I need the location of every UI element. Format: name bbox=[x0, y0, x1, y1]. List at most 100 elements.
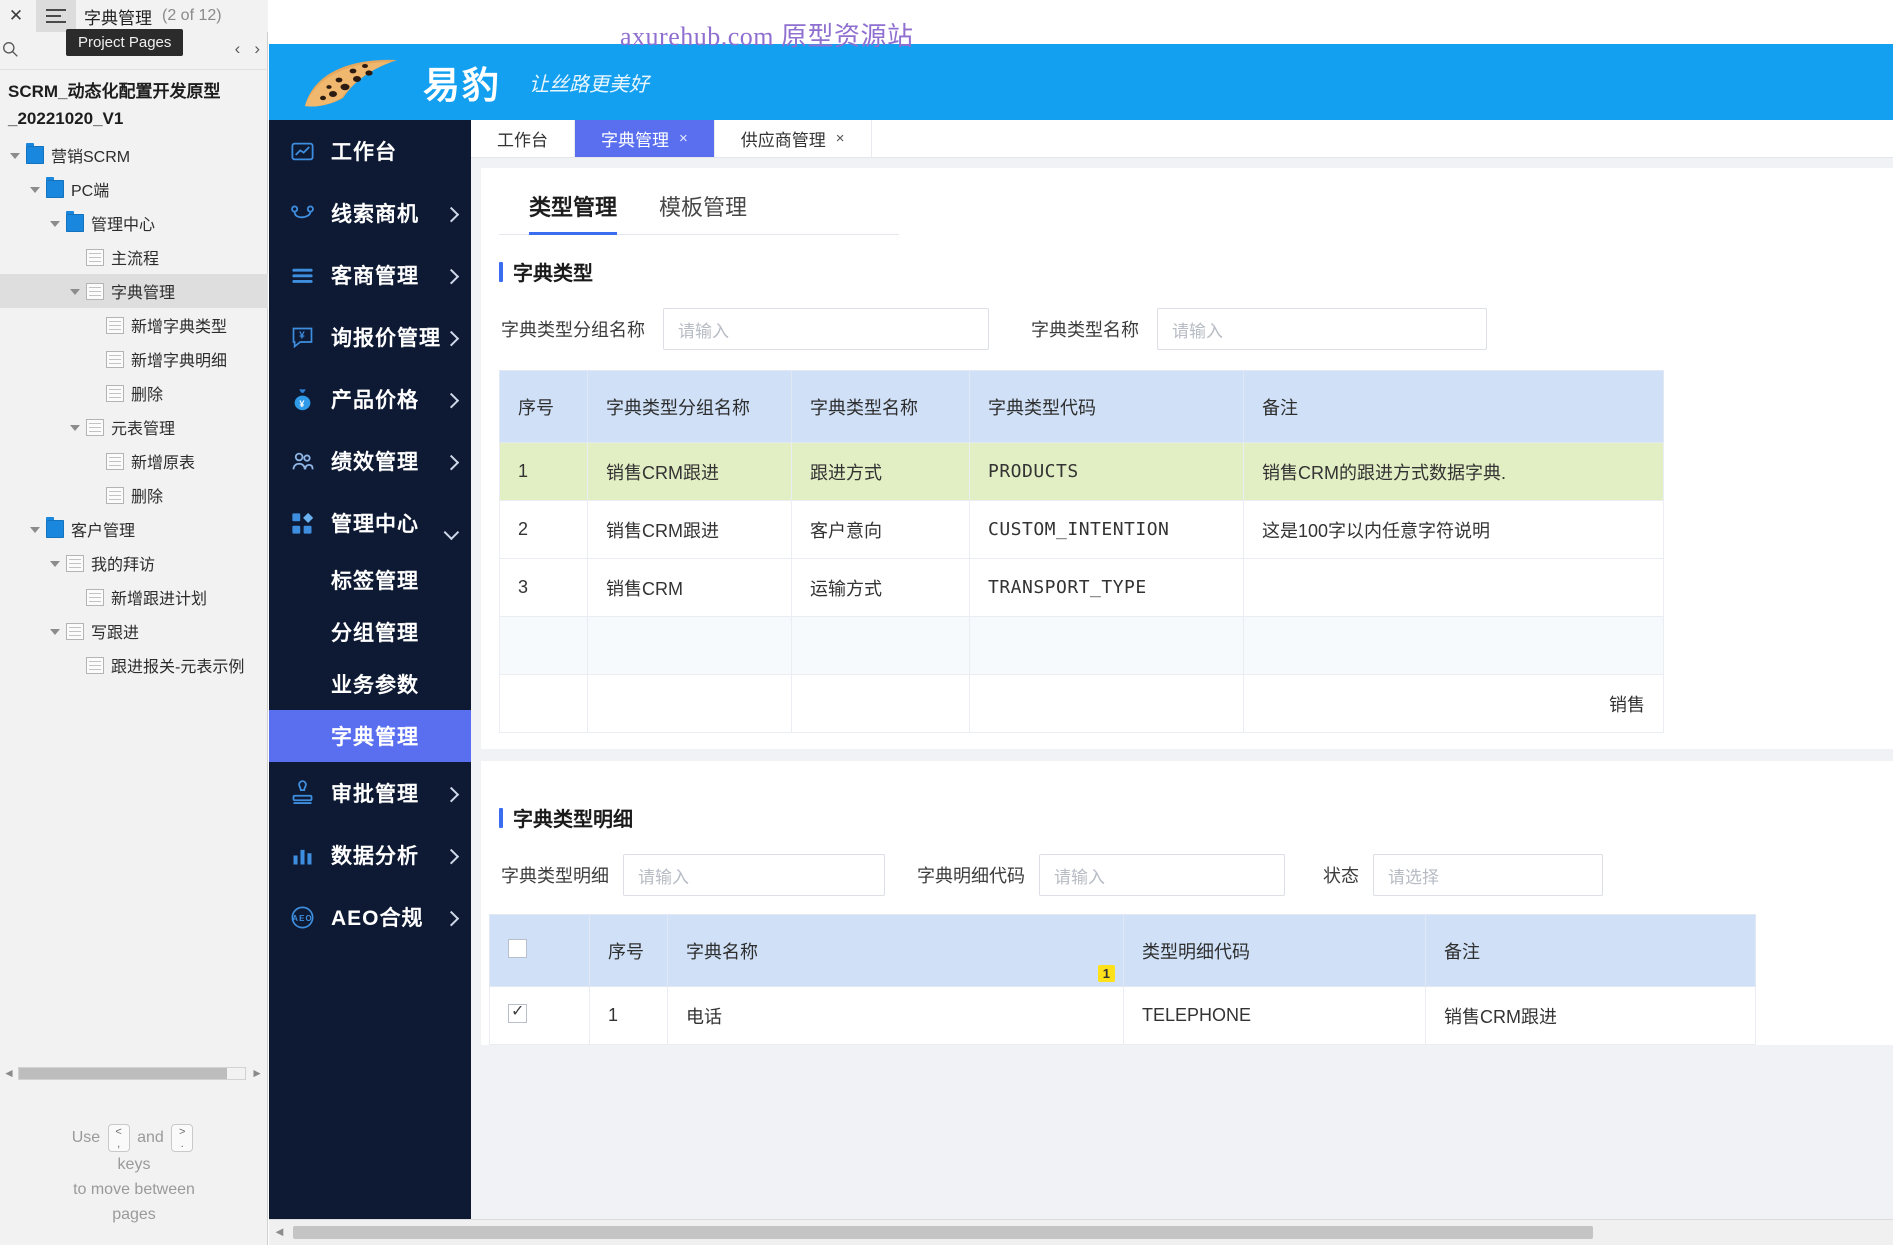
content-subtab[interactable]: 类型管理 bbox=[529, 190, 618, 235]
caret-expanded-icon[interactable] bbox=[28, 182, 42, 196]
caret-expanded-icon[interactable] bbox=[68, 420, 82, 434]
caret-spacer bbox=[68, 590, 82, 604]
sidebar-item[interactable]: 绩效管理 bbox=[269, 430, 471, 492]
tree-item[interactable]: 写跟进 bbox=[0, 614, 268, 648]
sidebar-item-label: 工作台 bbox=[331, 141, 397, 164]
type-name-input[interactable]: 请输入 bbox=[1157, 308, 1487, 350]
detail-name-input[interactable]: 请输入 bbox=[623, 854, 885, 896]
table-row[interactable]: 1 销售CRM跟进 跟进方式 PRODUCTS 销售CRM的跟进方式数据字典. bbox=[499, 442, 1664, 501]
sidebar-item-label: 线索商机 bbox=[331, 203, 419, 226]
content-scrollbar-thumb[interactable] bbox=[293, 1226, 1593, 1239]
sidebar-item[interactable]: 数据分析 bbox=[269, 824, 471, 886]
tree-item[interactable]: 管理中心 bbox=[0, 206, 268, 240]
sidebar-subitem[interactable]: 业务参数 bbox=[269, 658, 471, 710]
tree-item[interactable]: 客户管理 bbox=[0, 512, 268, 546]
caret-expanded-icon[interactable] bbox=[48, 216, 62, 230]
row-select-cell[interactable] bbox=[489, 986, 590, 1045]
panel-horizontal-scrollbar[interactable]: ◄ ► bbox=[0, 1063, 268, 1085]
table-cell bbox=[791, 616, 970, 675]
content-horizontal-scrollbar[interactable]: ◄ bbox=[269, 1219, 1893, 1245]
filter-label-detail-name: 字典类型明细 bbox=[501, 866, 609, 886]
table-row[interactable] bbox=[499, 616, 1664, 675]
prototype-tab[interactable]: 工作台 bbox=[471, 120, 575, 157]
chevron-down-icon[interactable] bbox=[443, 524, 460, 541]
sidebar-subitem[interactable]: 字典管理 bbox=[269, 710, 471, 762]
prototype-tab[interactable]: 字典管理 × bbox=[575, 120, 715, 157]
sidebar-item[interactable]: AEO AEO合规 bbox=[269, 886, 471, 948]
chevron-right-icon[interactable] bbox=[443, 454, 460, 471]
hamburger-menu-icon[interactable] bbox=[36, 0, 76, 32]
table-cell: CUSTOM_INTENTION bbox=[969, 500, 1244, 559]
page-title: 字典管理 bbox=[84, 8, 152, 28]
caret-expanded-icon[interactable] bbox=[8, 148, 22, 162]
chevron-right-icon[interactable] bbox=[443, 786, 460, 803]
sidebar-item[interactable]: ¥ 询报价管理 bbox=[269, 306, 471, 368]
tab-close-icon[interactable]: × bbox=[679, 130, 688, 147]
tree-item[interactable]: 我的拜访 bbox=[0, 546, 268, 580]
sidebar-item[interactable]: 工作台 bbox=[269, 120, 471, 182]
page-icon bbox=[106, 316, 124, 334]
sidebar-subitem[interactable]: 标签管理 bbox=[269, 554, 471, 606]
caret-expanded-icon[interactable] bbox=[28, 522, 42, 536]
status-select[interactable]: 请选择 bbox=[1373, 854, 1603, 896]
prev-page-arrow-icon[interactable]: ‹ bbox=[235, 39, 241, 59]
chevron-right-icon[interactable] bbox=[443, 268, 460, 285]
sidebar-item[interactable]: 线索商机 bbox=[269, 182, 471, 244]
group-name-input[interactable]: 请输入 bbox=[663, 308, 989, 350]
tree-item[interactable]: 新增字典类型 bbox=[0, 308, 268, 342]
chevron-right-icon[interactable] bbox=[443, 910, 460, 927]
chevron-right-icon[interactable] bbox=[443, 848, 460, 865]
prototype-tab[interactable]: 供应商管理 × bbox=[715, 120, 872, 157]
select-all-checkbox[interactable] bbox=[508, 938, 527, 958]
detail-row[interactable]: 1电话1TELEPHONE销售CRM跟进 bbox=[489, 965, 1756, 1045]
detail-code-input[interactable]: 请输入 bbox=[1039, 854, 1285, 896]
page-icon bbox=[86, 418, 104, 436]
scroll-left-arrow-icon[interactable]: ◄ bbox=[3, 1066, 15, 1080]
scroll-right-arrow-icon[interactable]: ► bbox=[251, 1066, 263, 1080]
dictionary-detail-table: 序号字典名称类型明细代码备注 1电话1TELEPHONE销售CRM跟进 bbox=[489, 914, 1756, 1045]
note-badge[interactable]: 1 bbox=[1097, 965, 1115, 982]
sidebar-item[interactable]: 管理中心 bbox=[269, 492, 471, 554]
tree-item[interactable]: 新增跟进计划 bbox=[0, 580, 268, 614]
table-row[interactable]: 销售 bbox=[499, 674, 1664, 733]
chevron-right-icon[interactable] bbox=[443, 392, 460, 409]
sidebar-item-label: 客商管理 bbox=[331, 265, 419, 288]
row-checkbox[interactable] bbox=[508, 1001, 527, 1023]
sidebar-item[interactable]: ¥ 产品价格 bbox=[269, 368, 471, 430]
tree-item[interactable]: 删除 bbox=[0, 478, 268, 512]
caret-expanded-icon[interactable] bbox=[48, 624, 62, 638]
table-row[interactable]: 3 销售CRM 运输方式 TRANSPORT_TYPE bbox=[499, 558, 1664, 617]
tree-item[interactable]: 营销SCRM bbox=[0, 138, 268, 172]
tree-item[interactable]: 跟进报关-元表示例 bbox=[0, 648, 268, 682]
tree-item[interactable]: 删除 bbox=[0, 376, 268, 410]
search-icon[interactable] bbox=[2, 41, 24, 63]
tree-item[interactable]: 字典管理 bbox=[0, 274, 268, 308]
tree-item[interactable]: 元表管理 bbox=[0, 410, 268, 444]
content-scroll-left-icon[interactable]: ◄ bbox=[273, 1224, 286, 1239]
select-all-header[interactable] bbox=[489, 914, 590, 987]
table-cell: 销售CRM跟进 bbox=[587, 442, 792, 501]
close-icon[interactable]: ✕ bbox=[2, 0, 30, 32]
sidebar-subitem[interactable]: 分组管理 bbox=[269, 606, 471, 658]
tree-item[interactable]: 主流程 bbox=[0, 240, 268, 274]
sidebar-item[interactable]: 审批管理 bbox=[269, 762, 471, 824]
table-row[interactable]: 2 销售CRM跟进 客户意向 CUSTOM_INTENTION 这是100字以内任意字符… bbox=[499, 500, 1664, 559]
tree-item[interactable]: 新增原表 bbox=[0, 444, 268, 478]
prev-key-bottom: , bbox=[117, 1138, 121, 1150]
next-page-arrow-icon[interactable]: › bbox=[254, 39, 260, 59]
tab-close-icon[interactable]: × bbox=[836, 130, 845, 147]
chevron-right-icon[interactable] bbox=[443, 206, 460, 223]
sidebar-item[interactable]: 客商管理 bbox=[269, 244, 471, 306]
prev-key-cap: < , bbox=[107, 1124, 130, 1152]
caret-expanded-icon[interactable] bbox=[68, 284, 82, 298]
content-subtab[interactable]: 模板管理 bbox=[659, 190, 747, 234]
chevron-right-icon[interactable] bbox=[443, 330, 460, 347]
svg-text:¥: ¥ bbox=[299, 398, 305, 408]
prototype-tab-label: 字典管理 bbox=[601, 131, 669, 150]
tree-item-label: 我的拜访 bbox=[91, 557, 156, 574]
tree-item[interactable]: PC端 bbox=[0, 172, 268, 206]
caret-expanded-icon[interactable] bbox=[48, 556, 62, 570]
tree-item[interactable]: 新增字典明细 bbox=[0, 342, 268, 376]
hint-keys: keys bbox=[117, 1156, 151, 1173]
scrollbar-thumb[interactable] bbox=[19, 1068, 227, 1079]
